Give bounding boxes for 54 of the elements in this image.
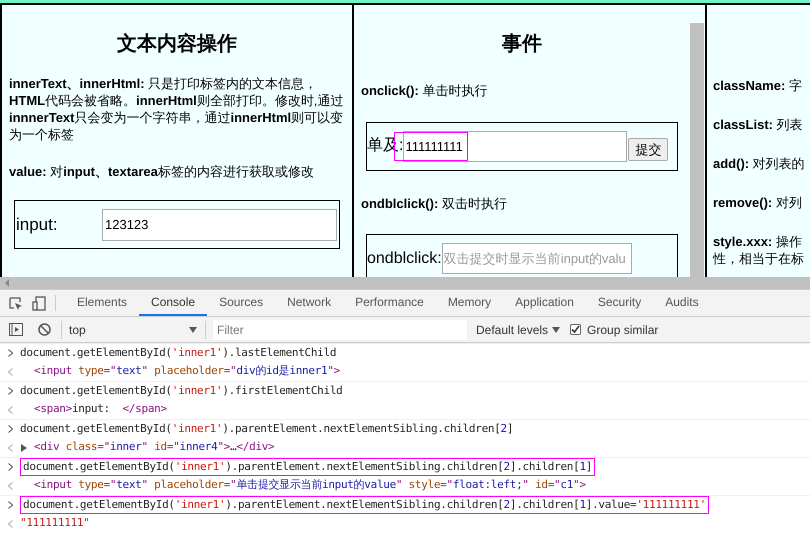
console-command: document.getElementById('inner1').parentElement.nextElementSibling.children[2].children[1].value='111111111' <box>20 496 709 514</box>
console-command: document.getElementById('inner1').firstElementChild <box>20 382 342 399</box>
prompt-chevron-icon <box>8 501 13 509</box>
devtools-tab[interactable]: Application <box>503 290 586 316</box>
dropdown-caret-icon <box>552 326 560 332</box>
context-dropdown[interactable]: top <box>69 320 203 338</box>
console-command: document.getElementById('inner1').parentElement.nextElementSibling.children[2].children[1] <box>20 458 596 476</box>
text-field[interactable]: 123123 <box>102 208 337 240</box>
prompt-chevron-icon <box>8 387 13 395</box>
property-description: className: 字 <box>713 77 803 94</box>
inspect-icon[interactable] <box>9 297 23 311</box>
property-description: 性，相当于在标 <box>713 250 805 267</box>
prompt-chevron-icon <box>8 463 13 471</box>
field-label: input: <box>16 214 59 236</box>
console-command: document.getElementById('inner1').parentElement.nextElementSibling.children[2] <box>20 420 514 437</box>
console-output: <input type="text" placeholder="单击提交显示当前input的value" style="float:left;" id="c1"> <box>34 477 586 494</box>
checkmark-icon <box>571 325 580 334</box>
device-icon[interactable] <box>32 296 46 311</box>
console-command: document.getElementById('inner1').lastElementChild <box>20 344 336 361</box>
prompt-chevron-icon <box>8 349 13 357</box>
text-field[interactable]: 双击提交时显示当前input的valu <box>442 243 632 274</box>
panel-title: 文本内容操作 <box>116 32 238 57</box>
submit-button[interactable]: 提交 <box>628 138 668 161</box>
description-text: innerText、innerHtml: 只是打印标签内的文本信息，HTML代码会被省略。innerHtml则全部打印。修改时,通过innnerText只会变为一个字符串，通过innerHtml则可以变为一个标签 <box>9 75 344 143</box>
devtools-tab[interactable]: Elements <box>65 290 140 316</box>
devtools-tab[interactable]: Memory <box>436 290 504 316</box>
description-text: value: 对input、textarea标签的内容进行获取或修改 <box>9 163 315 180</box>
field-label: ondblclick: <box>367 248 442 268</box>
console-output: <input type="text" placeholder="div的id是inner1"> <box>34 363 340 380</box>
group-similar-checkbox[interactable] <box>570 324 582 335</box>
clear-console-icon[interactable] <box>38 323 51 336</box>
prompt-chevron-icon <box>8 425 13 433</box>
expand-triangle-icon[interactable] <box>21 444 27 452</box>
devtools-tab[interactable]: Audits <box>653 290 711 316</box>
property-description: style.xxx: 操作 <box>713 233 803 250</box>
console-output: <div class="inner" id="inner4">…</div> <box>34 439 274 456</box>
sidebar-toggle-icon[interactable] <box>9 323 23 336</box>
property-description: add(): 对列表的 <box>713 155 806 172</box>
event-description: ondblclick(): 双击时执行 <box>361 194 508 213</box>
dropdown-caret-icon <box>189 326 197 332</box>
levels-dropdown[interactable]: Default levels <box>476 320 560 338</box>
panel-title: 事件 <box>501 32 543 57</box>
devtools-tab[interactable]: Network <box>275 290 344 316</box>
devtools-tab[interactable]: Performance <box>343 290 436 316</box>
checkbox-label: Group similar <box>587 322 658 338</box>
devtools-tab[interactable]: Sources <box>207 290 276 316</box>
event-description: onclick(): 单击时执行 <box>361 82 488 100</box>
text-field[interactable]: 111111111 <box>403 130 628 162</box>
console-output: <span>input: </span> <box>34 401 167 418</box>
devtools-tab[interactable]: Security <box>586 290 654 316</box>
property-description: classList: 列表 <box>713 116 804 133</box>
console-output: "111111111" <box>20 515 90 532</box>
property-description: remove(): 对列 <box>713 194 803 211</box>
filter-field[interactable]: Filter <box>213 320 467 340</box>
